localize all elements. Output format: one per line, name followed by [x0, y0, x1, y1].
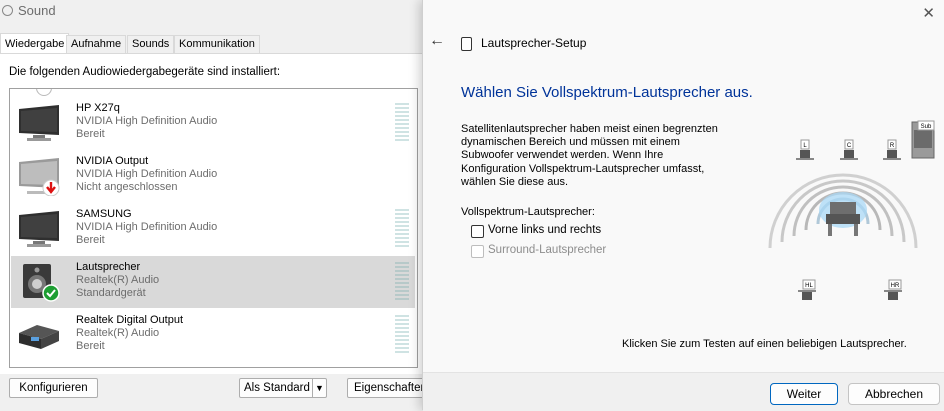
checkbox-label: Surround-Lautsprecher — [488, 244, 607, 256]
speaker-setup-dialog: ✕ ← Lautsprecher-Setup Wählen Sie Vollsp… — [422, 0, 944, 411]
back-arrow-icon[interactable]: ← — [429, 32, 445, 50]
tab-wiedergabe[interactable]: Wiedergabe — [0, 33, 70, 54]
level-meter — [395, 103, 409, 143]
front-left-right-checkbox[interactable] — [471, 225, 484, 238]
speaker-diagram: Sub L C R HL HR — [768, 120, 935, 300]
description-text: Satellitenlautsprecher haben meist einen… — [461, 123, 718, 188]
device-driver: Realtek(R) Audio — [76, 327, 160, 339]
set-default-label: Als Standard — [244, 382, 310, 394]
speaker-center[interactable]: C — [840, 139, 858, 160]
list-item[interactable]: SAMSUNG NVIDIA High Definition Audio Ber… — [11, 203, 415, 255]
speaker-label-hr: HR — [891, 283, 900, 289]
close-icon[interactable]: ✕ — [922, 4, 935, 22]
device-driver: Realtek(R) Audio — [76, 274, 160, 286]
device-driver: NVIDIA High Definition Audio — [76, 221, 218, 233]
tab-kommunikation[interactable]: Kommunikation — [174, 35, 260, 53]
sound-window: Sound Wiedergabe Aufnahme Sounds Kommuni… — [0, 0, 435, 410]
device-driver: NVIDIA High Definition Audio — [76, 168, 218, 180]
tab-aufnahme[interactable]: Aufnahme — [66, 35, 127, 53]
window-title: Sound — [18, 3, 56, 18]
sound-app-icon — [2, 5, 13, 16]
device-status: Bereit — [76, 340, 105, 352]
device-status: Bereit — [76, 128, 105, 140]
fullrange-label: Vollspektrum-Lautsprecher: — [461, 206, 595, 218]
level-meter — [395, 262, 409, 302]
speaker-rear-right[interactable]: HR — [884, 279, 902, 300]
test-hint-text: Klicken Sie zum Testen auf einen beliebi… — [622, 338, 907, 350]
speaker-label-c: C — [847, 143, 852, 149]
monitor-disconnected-icon — [19, 158, 60, 196]
speaker-rear-left[interactable]: HL — [798, 279, 816, 300]
dialog-footer: Weiter Abbrechen — [423, 372, 944, 411]
device-driver: NVIDIA High Definition Audio — [76, 115, 218, 127]
list-item-selected[interactable]: Lautsprecher Realtek(R) Audio Standardge… — [11, 256, 415, 308]
device-list[interactable]: HP X27q NVIDIA High Definition Audio Ber… — [9, 88, 418, 368]
speaker-default-icon — [23, 264, 60, 302]
playback-panel: Die folgenden Audiowiedergabegeräte sind… — [0, 53, 430, 374]
device-name: HP X27q — [76, 102, 120, 114]
surround-checkbox — [471, 245, 484, 258]
cancel-button[interactable]: Abbrechen — [848, 383, 940, 405]
device-name: NVIDIA Output — [76, 155, 149, 167]
speaker-label-r: R — [890, 143, 895, 149]
chevron-down-icon[interactable]: ▼ — [312, 379, 326, 397]
tab-sounds[interactable]: Sounds — [127, 35, 175, 53]
dialog-title: Lautsprecher-Setup — [481, 36, 587, 50]
speaker-label-hl: HL — [805, 283, 813, 289]
speaker-sub[interactable]: Sub — [911, 120, 935, 159]
monitor-icon — [19, 105, 59, 141]
listener-seat-icon — [830, 202, 856, 214]
panel-label: Die folgenden Audiowiedergabegeräte sind… — [9, 66, 281, 78]
device-name: Lautsprecher — [76, 261, 141, 273]
speaker-front-left[interactable]: L — [796, 139, 814, 160]
device-icon-partial — [36, 89, 52, 96]
device-name: SAMSUNG — [76, 208, 132, 220]
level-meter — [395, 315, 409, 355]
configure-button[interactable]: Konfigurieren — [9, 378, 98, 398]
device-status: Bereit — [76, 234, 105, 246]
list-item[interactable]: Realtek Digital Output Realtek(R) Audio … — [11, 309, 415, 361]
speaker-setup-app-icon — [461, 37, 472, 51]
digital-output-icon — [19, 325, 59, 349]
page-heading: Wählen Sie Vollspektrum-Lautsprecher aus… — [461, 84, 753, 101]
device-status: Standardgerät — [76, 287, 146, 299]
set-default-button[interactable]: Als Standard ▼ — [239, 378, 327, 398]
speaker-label-sub: Sub — [921, 124, 932, 130]
list-item[interactable]: HP X27q NVIDIA High Definition Audio Ber… — [11, 97, 415, 149]
checkbox-label: Vorne links und rechts — [488, 224, 602, 236]
level-meter — [395, 209, 409, 249]
device-status: Nicht angeschlossen — [76, 181, 178, 193]
next-button[interactable]: Weiter — [770, 383, 838, 405]
list-item[interactable]: NVIDIA Output NVIDIA High Definition Aud… — [11, 150, 415, 202]
monitor-icon — [19, 211, 59, 247]
speaker-front-right[interactable]: R — [883, 139, 901, 160]
device-name: Realtek Digital Output — [76, 314, 183, 326]
